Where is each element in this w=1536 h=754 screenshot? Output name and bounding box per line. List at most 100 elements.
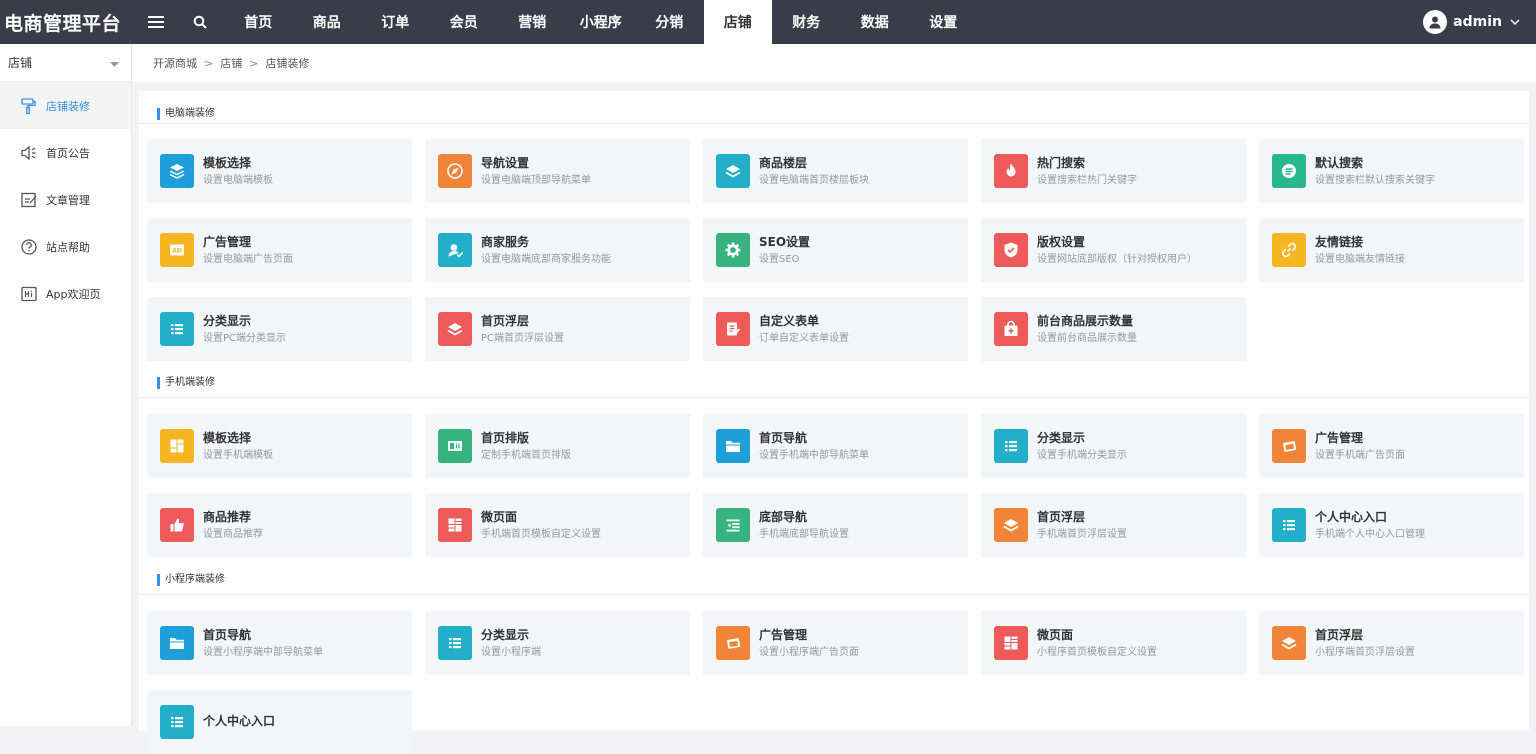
sidebar-header[interactable]: 店铺 xyxy=(0,44,131,82)
card-title: 版权设置 xyxy=(1037,234,1086,249)
decoration-card[interactable]: 前台商品展示数量 设置前台商品展示数量 xyxy=(981,297,1246,361)
card-description: 手机端首页浮层设置 xyxy=(1037,528,1127,540)
breadcrumb-separator: > xyxy=(204,56,214,70)
sidebar-item-label: App欢迎页 xyxy=(46,287,101,301)
top-navbar: 电商管理平台 首页 商品 订单 会员 营销 小程序 分销 店铺 财务 数据 设置 admin xyxy=(0,0,1536,44)
decoration-card[interactable]: 首页导航 设置手机端中部导航菜单 xyxy=(703,414,968,478)
decoration-card[interactable]: 自定义表单 订单自定义表单设置 xyxy=(703,297,968,361)
shield-icon xyxy=(994,233,1028,267)
sidebar-item-label: 站点帮助 xyxy=(46,240,90,254)
sidebar-item-0[interactable]: 店铺装修 xyxy=(0,82,131,129)
card-description: 设置搜索栏热门关键字 xyxy=(1037,174,1137,186)
decoration-card[interactable]: 微页面 小程序首页模板自定义设置 xyxy=(981,611,1246,675)
card-title: 底部导航 xyxy=(759,509,808,524)
breadcrumb-item-1[interactable]: 店铺 xyxy=(220,55,242,71)
decoration-card[interactable]: 首页浮层 手机端首页浮层设置 xyxy=(981,493,1246,557)
card-title: 前台商品展示数量 xyxy=(1037,313,1134,328)
thumb-up-icon xyxy=(160,508,194,542)
app-title: 电商管理平台 xyxy=(4,12,122,35)
nav-item-2[interactable]: 订单 xyxy=(361,0,430,44)
caret-down-icon xyxy=(110,56,119,70)
decoration-card[interactable]: 友情链接 设置电脑端友情链接 xyxy=(1259,218,1524,282)
breadcrumb-item-0[interactable]: 开源商城 xyxy=(153,55,197,71)
nav-item-0[interactable]: 首页 xyxy=(224,0,293,44)
decoration-card[interactable]: 商家服务 设置电脑端底部商家服务功能 xyxy=(425,218,690,282)
nav-item-3[interactable]: 会员 xyxy=(430,0,499,44)
stack-icon xyxy=(438,312,472,346)
decoration-card[interactable]: 热门搜索 设置搜索栏热门关键字 xyxy=(981,139,1246,203)
card-description: 设置手机端广告页面 xyxy=(1315,449,1405,461)
decoration-card[interactable]: 广告管理 设置小程序端广告页面 xyxy=(703,611,968,675)
nav-item-6[interactable]: 分销 xyxy=(635,0,704,44)
sidebar-item-3[interactable]: 站点帮助 xyxy=(0,223,131,270)
decoration-card[interactable]: AD 广告管理 设置电脑端广告页面 xyxy=(147,218,412,282)
search-list-icon xyxy=(1272,154,1306,188)
card-description: 设置搜索栏默认搜索关键字 xyxy=(1315,174,1435,186)
card-title: 分类显示 xyxy=(481,627,530,642)
layout-icon xyxy=(438,429,472,463)
nav-item-7[interactable]: 店铺 xyxy=(703,0,772,44)
decoration-card[interactable]: 版权设置 设置网站底部版权（针对授权用户） xyxy=(981,218,1246,282)
menu-icon xyxy=(716,508,750,542)
decoration-card[interactable]: 导航设置 设置电脑端顶部导航菜单 xyxy=(425,139,690,203)
sidebar-item-2[interactable]: 文章管理 xyxy=(0,176,131,223)
breadcrumb-separator: > xyxy=(249,56,259,70)
nav-item-1[interactable]: 商品 xyxy=(293,0,362,44)
decoration-card[interactable]: 首页浮层 PC端首页浮层设置 xyxy=(425,297,690,361)
card-description: 手机端底部导航设置 xyxy=(759,528,849,540)
decoration-card[interactable]: 个人中心入口 xyxy=(147,690,412,754)
card-title: 个人中心入口 xyxy=(1315,509,1388,524)
decoration-card[interactable]: 底部导航手机端底部导航设置 xyxy=(703,493,968,557)
page-icon xyxy=(438,508,472,542)
decoration-card[interactable]: SEO设置 设置SEO xyxy=(703,218,968,282)
list-icon xyxy=(1272,508,1306,542)
list-icon xyxy=(160,312,194,346)
list-icon xyxy=(438,626,472,660)
decoration-card[interactable]: 商品推荐 设置商品推荐 xyxy=(147,493,412,557)
card-description: 设置手机端模板 xyxy=(203,449,273,461)
hi-icon xyxy=(20,285,38,303)
user-menu[interactable]: admin xyxy=(1423,0,1520,44)
card-description: 小程序端首页浮层设置 xyxy=(1315,646,1415,658)
decoration-card[interactable]: 广告管理 设置手机端广告页面 xyxy=(1259,414,1524,478)
compass-icon xyxy=(438,154,472,188)
card-title: 广告管理 xyxy=(759,627,808,642)
decoration-card[interactable]: 首页浮层 小程序端首页浮层设置 xyxy=(1259,611,1524,675)
username: admin xyxy=(1453,14,1502,30)
decoration-card[interactable]: 微页面 手机端首页模板自定义设置 xyxy=(425,493,690,557)
decoration-card[interactable]: 分类显示 设置小程序端 xyxy=(425,611,690,675)
card-title: 友情链接 xyxy=(1315,234,1364,249)
section-title: 电脑端装修 xyxy=(157,108,215,120)
paint-roller-icon xyxy=(20,97,38,115)
decoration-card[interactable]: 个人中心入口 手机端个人中心入口管理 xyxy=(1259,493,1524,557)
stack-icon xyxy=(1272,626,1306,660)
decoration-card[interactable]: 模板选择 设置手机端模板 xyxy=(147,414,412,478)
decoration-card[interactable]: 分类显示设置PC端分类显示 xyxy=(147,297,412,361)
main-content: 开源商城 > 店铺 > 店铺装修 电脑端装修 模板选择 设置电脑端模板 导航设置 设置电脑端顶部… xyxy=(132,44,1536,754)
decoration-card[interactable]: 默认搜索 设置搜索栏默认搜索关键字 xyxy=(1259,139,1524,203)
list-icon xyxy=(994,429,1028,463)
decoration-card[interactable]: 首页排版 定制手机端首页排版 xyxy=(425,414,690,478)
search-icon[interactable] xyxy=(178,0,222,44)
section-title: 手机端装修 xyxy=(157,377,215,389)
decoration-card[interactable]: 商品楼层 设置电脑端首页楼层板块 xyxy=(703,139,968,203)
decoration-card[interactable]: 模板选择 设置电脑端模板 xyxy=(147,139,412,203)
nav-item-8[interactable]: 财务 xyxy=(772,0,841,44)
decoration-card[interactable]: 首页导航 设置小程序端中部导航菜单 xyxy=(147,611,412,675)
decoration-card[interactable]: 分类显示 设置手机端分类显示 xyxy=(981,414,1246,478)
nav-item-5[interactable]: 小程序 xyxy=(567,0,636,44)
card-title: 商家服务 xyxy=(481,234,530,249)
nav-item-4[interactable]: 营销 xyxy=(498,0,567,44)
card-title: 分类显示 xyxy=(1037,430,1086,445)
sidebar: 店铺 店铺装修 首页公告 文章管理站点帮助 App欢迎页 xyxy=(0,44,132,726)
nav-item-9[interactable]: 数据 xyxy=(841,0,910,44)
sidebar-item-4[interactable]: App欢迎页 xyxy=(0,270,131,317)
card-description: 设置PC端分类显示 xyxy=(203,332,287,344)
menu-toggle-icon[interactable] xyxy=(134,0,178,44)
card-title: 分类显示 xyxy=(203,313,252,328)
nav-item-10[interactable]: 设置 xyxy=(909,0,978,44)
link-icon xyxy=(1272,233,1306,267)
main-nav: 首页 商品 订单 会员 营销 小程序 分销 店铺 财务 数据 设置 xyxy=(224,0,978,44)
sidebar-item-1[interactable]: 首页公告 xyxy=(0,129,131,176)
card-description: 设置电脑端顶部导航菜单 xyxy=(481,174,591,186)
